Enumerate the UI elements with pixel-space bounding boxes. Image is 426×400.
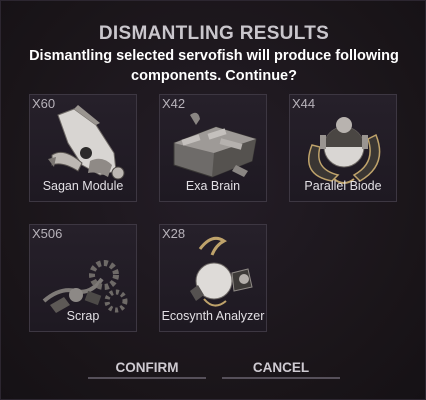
component-quantity: X28 [162,226,186,241]
component-card-scrap[interactable]: X506 Scrap [29,224,137,332]
dialog-title: DISMANTLING RESULTS [98,23,330,44]
confirm-button[interactable]: CONFIRM [88,357,206,379]
component-quantity: X42 [162,96,186,111]
component-card-parallel-biode[interactable]: X44 Parallel Biode [289,94,397,202]
component-quantity: X60 [32,96,56,111]
cancel-button[interactable]: CANCEL [222,357,340,379]
component-card-ecosynth-analyzer[interactable]: X28 Ecosynth Analyzer [159,224,267,332]
component-name: Exa Brain [185,179,241,193]
component-card-sagan-module[interactable]: X60 Sagan Module [29,94,137,202]
dismantling-dialog: DISMANTLING RESULTS Dismantling selected… [0,0,426,400]
component-name: Parallel Biode [304,179,382,193]
component-quantity: X44 [292,96,316,111]
dialog-message: Dismantling selected servofish will prod… [29,48,399,84]
component-name: Ecosynth Analyzer [161,309,265,323]
component-quantity: X506 [32,226,63,241]
component-name: Scrap [66,309,100,323]
component-name: Sagan Module [42,179,124,193]
component-card-exa-brain[interactable]: X42 Exa Brain [159,94,267,202]
